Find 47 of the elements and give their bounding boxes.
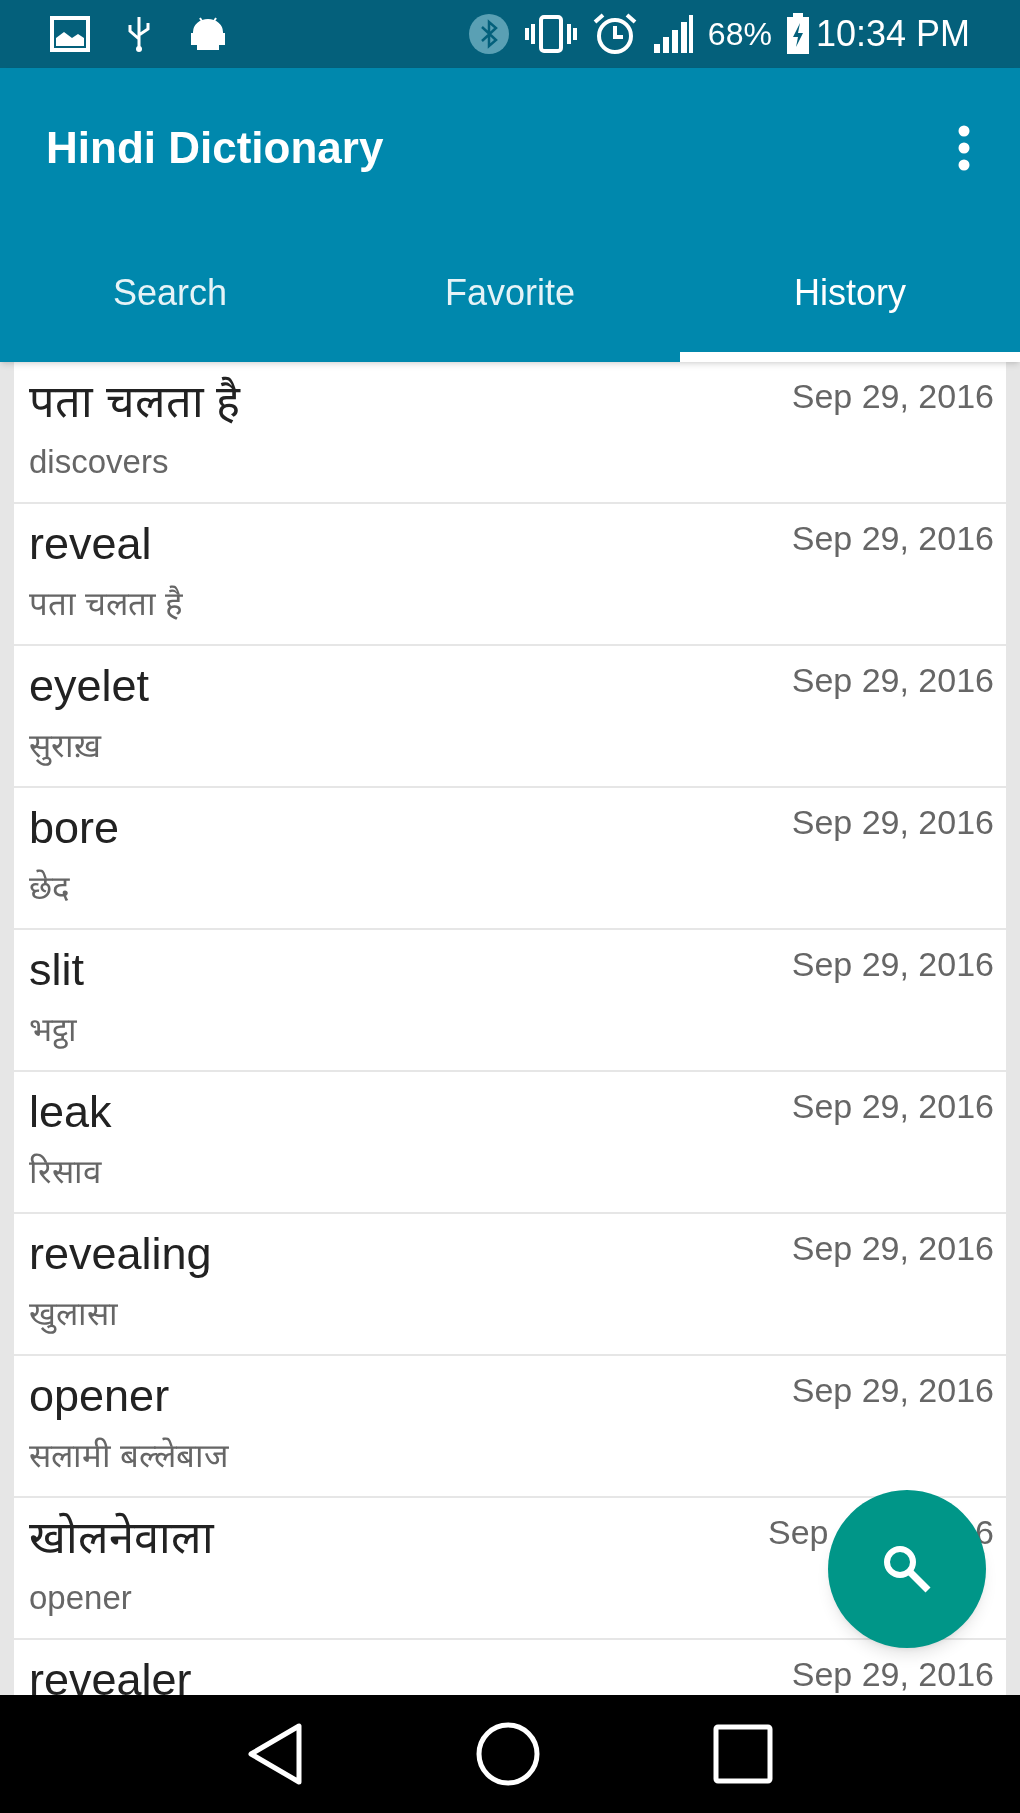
alarm-clock-icon xyxy=(591,12,638,56)
date-text: Sep 29, 2016 xyxy=(791,944,994,985)
date-text: Sep 29, 2016 xyxy=(791,1086,994,1127)
meaning-text: पता चलता है xyxy=(29,584,184,624)
word-text: eyelet xyxy=(29,659,150,713)
date-text: Sep 29, 2016 xyxy=(791,1228,994,1269)
app-title: Hindi Dictionary xyxy=(46,122,384,174)
tab[interactable]: Favorite xyxy=(340,228,680,362)
word-text: खोलनेवाला xyxy=(29,1511,214,1565)
word-text: revealing xyxy=(29,1227,212,1281)
battery-charging-icon xyxy=(785,13,810,55)
more-options-icon xyxy=(958,125,970,171)
meaning-text: रिसाव xyxy=(29,1152,101,1192)
search-icon xyxy=(881,1543,933,1595)
vibrate-icon xyxy=(523,14,578,54)
meaning-text: खुलासा xyxy=(29,1294,118,1336)
date-text: Sep xyxy=(768,1512,829,1553)
home-icon[interactable] xyxy=(476,1722,540,1786)
meaning-text: सुराख़ xyxy=(29,726,101,768)
word-text: opener xyxy=(29,1369,170,1423)
meaning-text: opener xyxy=(29,1578,132,1618)
date-text: Sep 29, 2016 xyxy=(791,802,994,843)
meaning-text: भट्ठा xyxy=(29,1010,77,1051)
date-text: Sep 29, 2016 xyxy=(791,1654,994,1695)
word-text: reveal xyxy=(29,517,152,571)
date-text: Sep 29, 2016 xyxy=(791,660,994,701)
meaning-text: सलामी बल्लेबाज xyxy=(29,1436,229,1476)
date-text: Sep 29, 2016 xyxy=(791,518,994,559)
meaning-text: छेद xyxy=(29,868,70,908)
recent-apps-icon[interactable] xyxy=(713,1724,774,1784)
battery-percentage: 68% xyxy=(707,15,772,54)
android-icon xyxy=(188,16,228,52)
signal-icon xyxy=(651,14,694,54)
bluetooth-icon xyxy=(467,13,510,55)
clock-time: 10:34 PM xyxy=(815,12,970,56)
back-icon[interactable] xyxy=(246,1723,303,1785)
date-text: Sep 29, 2016 xyxy=(791,1370,994,1411)
word-text: revealer xyxy=(29,1653,192,1695)
word-text: leak xyxy=(29,1085,112,1139)
usb-icon xyxy=(126,15,152,53)
word-text: पता चलता है xyxy=(29,375,240,429)
word-text: bore xyxy=(29,801,120,855)
image-icon xyxy=(50,16,90,52)
tab[interactable]: Search xyxy=(0,228,340,362)
word-text: slit xyxy=(29,943,84,997)
date-text: Sep 29, 2016 xyxy=(791,376,994,417)
meaning-text: discovers xyxy=(29,442,169,482)
